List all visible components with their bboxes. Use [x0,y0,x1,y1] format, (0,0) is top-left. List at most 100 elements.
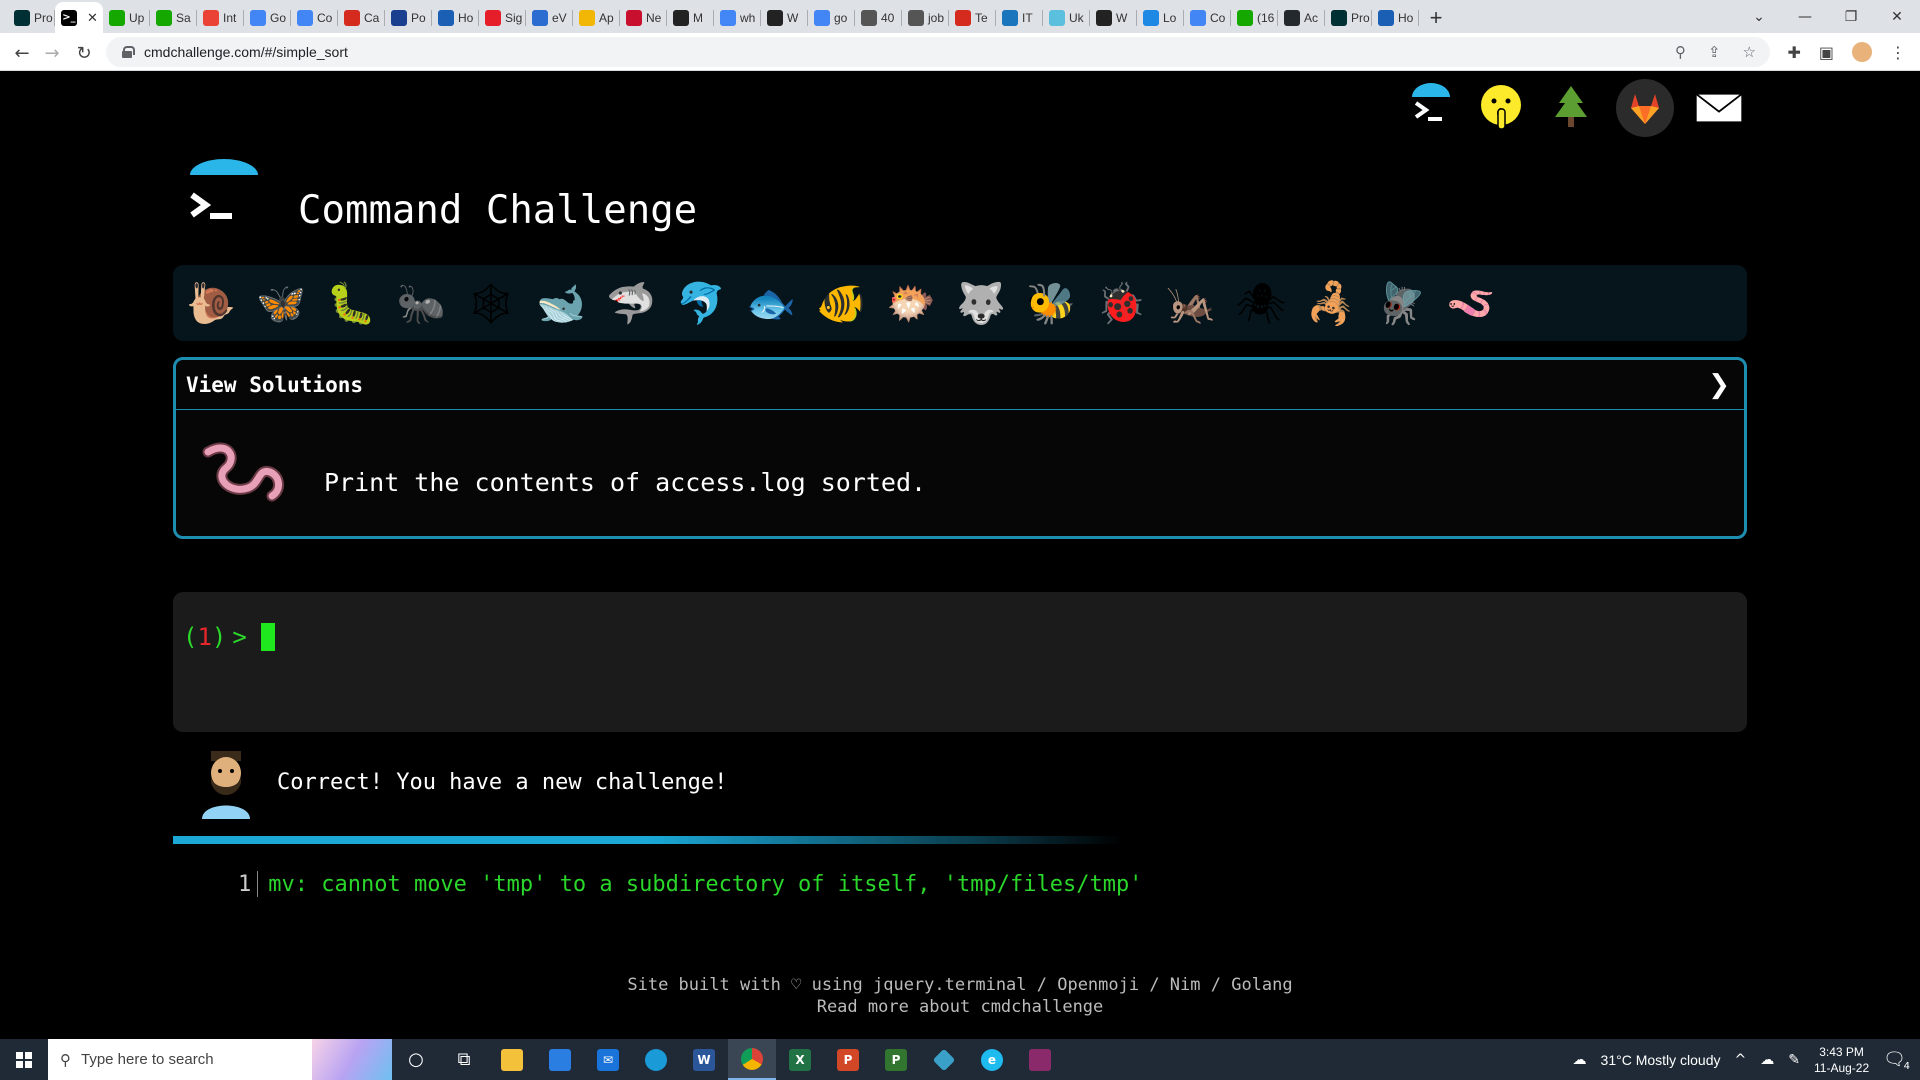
side-panel-icon[interactable]: ▣ [1819,43,1834,62]
browser-tab[interactable]: job [902,2,949,33]
browser-tab[interactable]: Pro [8,2,55,33]
winrar-icon[interactable] [1016,1039,1064,1080]
spider-icon[interactable]: 🕷 [1233,275,1289,331]
close-window-button[interactable]: ✕ [1874,0,1920,33]
task-view-icon[interactable]: ⧉ [440,1039,488,1080]
browser-tab[interactable]: Co [1184,2,1231,33]
footer-credits[interactable]: Site built with ♡ using jquery.terminal … [0,974,1920,996]
blowfish-icon[interactable]: 🐡 [883,275,939,331]
browser-tab[interactable]: Te [949,2,996,33]
tropical-fish-icon[interactable]: 🐠 [813,275,869,331]
taskbar-search[interactable]: ⚲ Type here to search [48,1039,392,1080]
browser-tab[interactable]: W [1090,2,1137,33]
cricket-icon[interactable]: 🦗 [1163,275,1219,331]
envelope-icon[interactable] [1694,83,1744,133]
notifications-icon[interactable]: 🗨 4 [1883,1049,1910,1072]
terminal-logo-icon[interactable] [1406,83,1456,133]
browser-tab[interactable]: Lo [1137,2,1184,33]
pen-icon[interactable]: ✎ [1788,1052,1800,1068]
back-button[interactable]: ← [8,39,36,67]
snail-icon[interactable]: 🐌 [183,275,239,331]
browser-tab[interactable]: Go [244,2,291,33]
browser-tab[interactable]: Pro [1325,2,1372,33]
browser-tab[interactable]: >_ ✕ [55,2,103,33]
footer-read-more-link[interactable]: Read more about cmdchallenge [0,996,1920,1018]
dolphin-icon[interactable]: 🐬 [673,275,729,331]
file-explorer-icon[interactable] [488,1039,536,1080]
browser-tab[interactable]: Ho [432,2,479,33]
terminal[interactable]: (1) > [173,592,1747,732]
browser-tab[interactable]: IT [996,2,1043,33]
profile-avatar[interactable] [1852,42,1872,62]
browser-tab[interactable]: Po [385,2,432,33]
browser-tab[interactable]: Ca [338,2,385,33]
store-icon[interactable] [536,1039,584,1080]
browser-tab[interactable]: 40 [855,2,902,33]
shark-icon[interactable]: 🦈 [603,275,659,331]
fly-icon[interactable]: 🪰 [1373,275,1429,331]
omnibox[interactable]: cmdchallenge.com/#/simple_sort ⚲ ⇪ ☆ [106,37,1770,67]
browser-tab[interactable]: Co [291,2,338,33]
excel-icon[interactable]: X [776,1039,824,1080]
shushing-face-icon[interactable] [1476,83,1526,133]
menu-icon[interactable]: ⋮ [1890,43,1906,62]
cortana-icon[interactable]: ○ [392,1039,440,1080]
powerpoint-icon[interactable]: P [824,1039,872,1080]
ladybug-icon[interactable]: 🐞 [1093,275,1149,331]
browser-tab[interactable]: Sig [479,2,526,33]
tab-search-icon[interactable]: ⌄ [1736,0,1782,33]
chevron-right-icon[interactable]: ❯ [1708,370,1730,400]
minimize-button[interactable]: — [1782,0,1828,33]
browser-tab[interactable]: Uk [1043,2,1090,33]
chevron-up-icon[interactable]: ^ [1735,1052,1747,1068]
terminal-cursor[interactable] [260,623,275,651]
browser-tab[interactable]: go [808,2,855,33]
restore-button[interactable]: ❐ [1828,0,1874,33]
spider-web-icon[interactable]: 🕸 [463,275,519,331]
ant-icon[interactable]: 🐜 [393,275,449,331]
clock[interactable]: 3:43 PM 11-Aug-22 [1814,1044,1869,1076]
browser-tab[interactable]: Ho [1372,2,1419,33]
share-icon[interactable]: ⇪ [1708,43,1721,61]
browser-tab[interactable]: W [761,2,808,33]
fish-icon[interactable]: 🐟 [743,275,799,331]
weather-cloud-icon[interactable]: ☁ [1573,1052,1587,1068]
browser-tab[interactable]: Ac [1278,2,1325,33]
tree-icon[interactable] [1546,83,1596,133]
mail-icon[interactable]: ✉ [584,1039,632,1080]
browser-tab[interactable]: wh [714,2,761,33]
url-text[interactable]: cmdchallenge.com/#/simple_sort [144,44,348,60]
browser-tab[interactable]: (16 [1231,2,1278,33]
worm-icon[interactable]: 🪱 [1443,275,1499,331]
bookmark-star-icon[interactable]: ☆ [1743,43,1756,61]
start-button[interactable] [0,1039,48,1080]
tab-close-icon[interactable]: ✕ [87,10,98,26]
whale-icon[interactable]: 🐋 [533,275,589,331]
scorpion-icon[interactable]: 🦂 [1303,275,1359,331]
view-solutions-header[interactable]: View Solutions ❯ [176,360,1744,410]
browser-tab[interactable]: Ne [620,2,667,33]
reload-button[interactable]: ↻ [70,39,98,67]
project-icon[interactable]: P [872,1039,920,1080]
edge-icon[interactable] [632,1039,680,1080]
bee-icon[interactable]: 🐝 [1023,275,1079,331]
browser-tab[interactable]: Sa [150,2,197,33]
wolf-icon[interactable]: 🐺 [953,275,1009,331]
chrome-icon[interactable] [728,1039,776,1080]
browser-tab[interactable]: eV [526,2,573,33]
weather-text[interactable]: 31°C Mostly cloudy [1601,1052,1721,1068]
forward-button[interactable]: → [38,39,66,67]
zoom-icon[interactable]: ⚲ [1675,43,1686,61]
caterpillar-icon[interactable]: 🐛 [323,275,379,331]
extensions-icon[interactable]: ✚ [1787,43,1800,62]
app-diamond-icon[interactable] [920,1039,968,1080]
gitlab-icon[interactable] [1616,79,1674,137]
word-icon[interactable]: W [680,1039,728,1080]
browser-tab[interactable]: Up [103,2,150,33]
browser-tab[interactable]: M [667,2,714,33]
browser-tab[interactable]: Int [197,2,244,33]
internet-explorer-icon[interactable]: e [968,1039,1016,1080]
new-tab-button[interactable]: + [1419,2,1453,33]
onedrive-icon[interactable]: ☁ [1760,1052,1774,1068]
butterfly-icon[interactable]: 🦋 [253,275,309,331]
